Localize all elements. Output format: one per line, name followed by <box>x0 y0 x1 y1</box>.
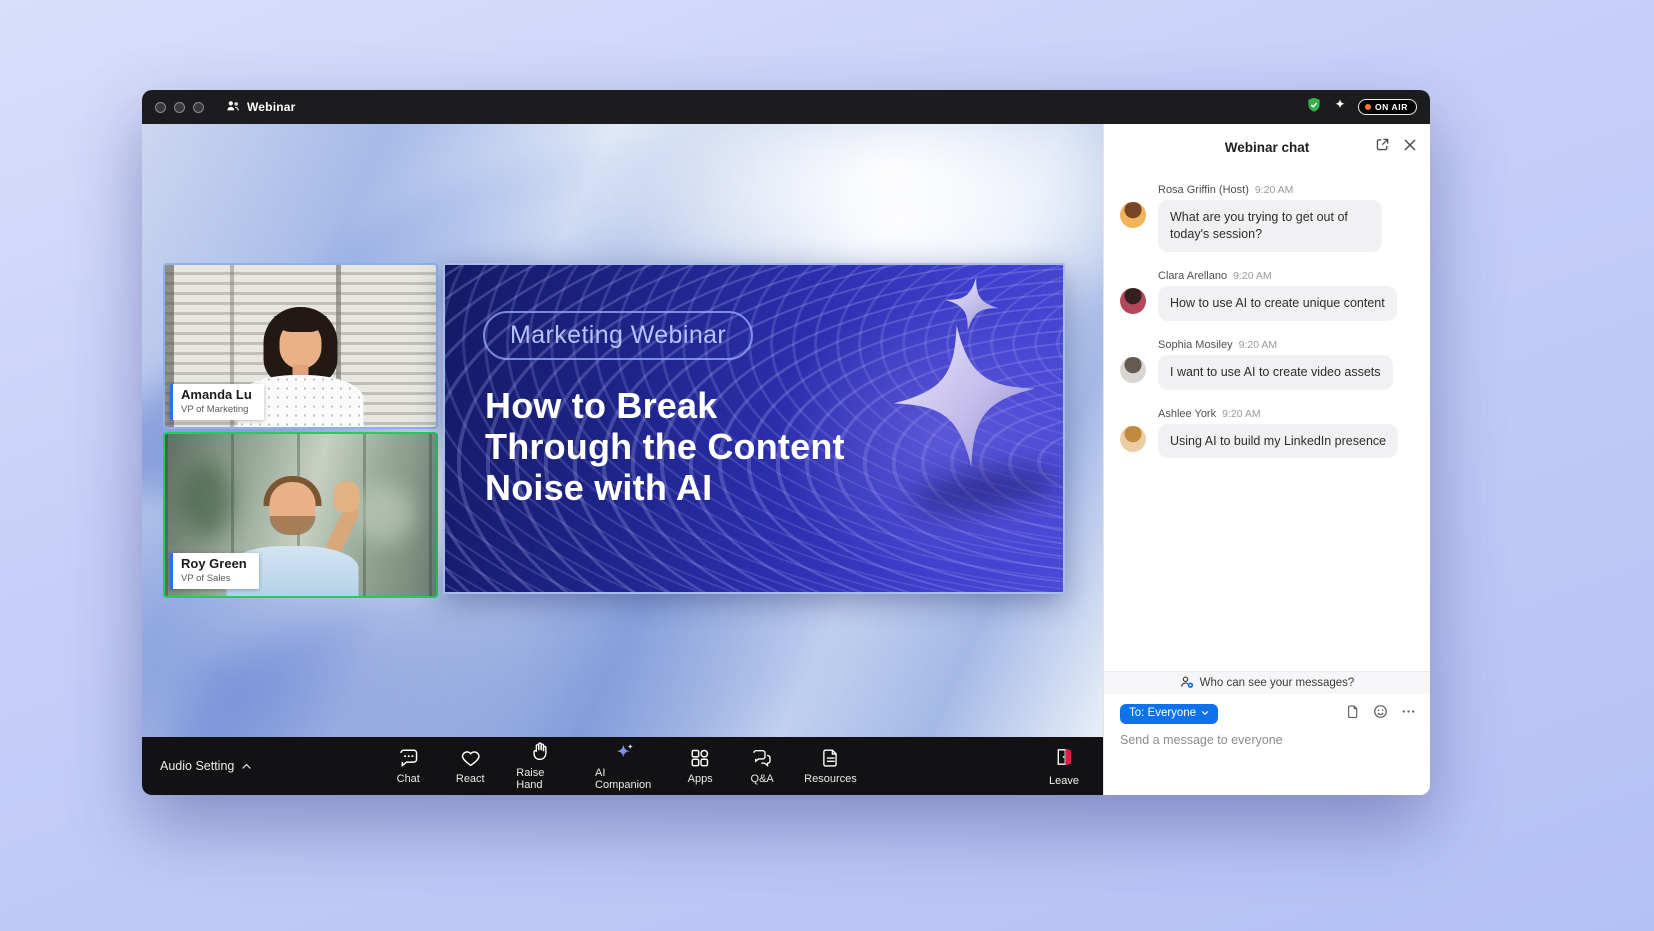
participant-role: VP of Marketing <box>181 404 252 415</box>
webinar-stage: Amanda Lu VP of Marketing <box>142 124 1103 737</box>
resources-label: Resources <box>804 773 857 785</box>
titlebar: Webinar ON AIR <box>142 90 1430 124</box>
ai-companion-icon <box>614 741 636 763</box>
qa-label: Q&A <box>751 773 774 785</box>
message-time: 9:20 AM <box>1239 339 1278 351</box>
ai-sparkle-icon[interactable] <box>1333 98 1347 117</box>
chat-message: Clara Arellano 9:20 AM How to use AI to c… <box>1120 270 1414 321</box>
slide-star-shape <box>941 273 1003 335</box>
chat-button[interactable]: Chat <box>382 737 434 795</box>
attach-file-icon[interactable] <box>1346 704 1360 724</box>
chat-message: Sophia Mosiley 9:20 AM I want to use AI t… <box>1120 339 1414 390</box>
slide-star-shape <box>886 318 1042 474</box>
heart-icon <box>459 747 481 769</box>
raise-hand-icon <box>530 741 552 763</box>
chat-message: Ashlee York 9:20 AM Using AI to build my … <box>1120 408 1414 459</box>
message-author: Ashlee York <box>1158 408 1216 420</box>
chevron-up-icon <box>241 759 252 773</box>
more-options-icon[interactable] <box>1401 704 1416 724</box>
popout-chat-icon[interactable] <box>1375 137 1390 157</box>
app-title: Webinar <box>226 99 296 116</box>
leave-button[interactable]: Leave <box>1049 737 1079 795</box>
avatar-clara-arellano <box>1120 288 1146 314</box>
leave-label: Leave <box>1049 775 1079 787</box>
chat-panel: Webinar chat Rosa Griffin (Host) 9:20 AM <box>1103 124 1430 795</box>
raise-hand-button[interactable]: Raise Hand <box>506 737 575 795</box>
presentation-slide: Marketing Webinar How to Break Through t… <box>443 263 1065 594</box>
window-controls <box>155 102 204 113</box>
ai-companion-label: AI Companion <box>595 767 654 791</box>
slide-title: How to Break Through the Content Noise w… <box>485 385 845 508</box>
message-author: Clara Arellano <box>1158 270 1227 282</box>
message-bubble: How to use AI to create unique content <box>1158 286 1397 321</box>
apps-label: Apps <box>688 773 713 785</box>
participant-name: Amanda Lu <box>181 388 252 403</box>
message-bubble: What are you trying to get out of today'… <box>1158 200 1382 252</box>
encryption-shield-icon[interactable] <box>1306 97 1322 118</box>
resources-document-icon <box>819 747 841 769</box>
audio-setting-button[interactable]: Audio Setting <box>160 759 252 773</box>
minimize-window-button[interactable] <box>174 102 185 113</box>
to-selector-label: To: Everyone <box>1129 708 1196 720</box>
people-privacy-icon <box>1180 675 1194 692</box>
avatar-rosa-griffin <box>1120 202 1146 228</box>
apps-icon <box>689 747 711 769</box>
participant-name: Roy Green <box>181 557 247 572</box>
on-air-dot-icon <box>1365 104 1371 110</box>
ai-companion-button[interactable]: AI Companion <box>585 737 664 795</box>
message-bubble: Using AI to build my LinkedIn presence <box>1158 424 1398 459</box>
audio-setting-label: Audio Setting <box>160 759 234 773</box>
video-tile-amanda[interactable]: Amanda Lu VP of Marketing <box>163 263 438 429</box>
caret-down-icon <box>1201 708 1209 720</box>
privacy-notice-label: Who can see your messages? <box>1200 677 1355 689</box>
chat-icon <box>397 747 419 769</box>
message-author: Rosa Griffin (Host) <box>1158 184 1249 196</box>
chat-label: Chat <box>397 773 420 785</box>
maximize-window-button[interactable] <box>193 102 204 113</box>
nametag-roy: Roy Green VP of Sales <box>170 553 259 589</box>
message-time: 9:20 AM <box>1255 184 1294 196</box>
meeting-toolbar: Audio Setting Chat <box>142 737 1103 795</box>
message-author: Sophia Mosiley <box>1158 339 1233 351</box>
chat-message-list: Rosa Griffin (Host) 9:20 AM What are you … <box>1104 170 1430 671</box>
emoji-icon[interactable] <box>1373 704 1388 724</box>
participant-role: VP of Sales <box>181 573 247 584</box>
close-window-button[interactable] <box>155 102 166 113</box>
nametag-amanda: Amanda Lu VP of Marketing <box>170 384 264 420</box>
to-everyone-selector[interactable]: To: Everyone <box>1120 704 1218 724</box>
close-chat-icon[interactable] <box>1403 138 1417 157</box>
react-button[interactable]: React <box>444 737 496 795</box>
privacy-notice[interactable]: Who can see your messages? <box>1104 671 1430 694</box>
on-air-label: ON AIR <box>1375 102 1408 112</box>
slide-badge: Marketing Webinar <box>483 311 753 360</box>
message-input[interactable]: Send a message to everyone <box>1104 724 1430 747</box>
leave-door-icon <box>1053 746 1075 771</box>
chat-footer: Who can see your messages? To: Everyone <box>1104 671 1430 795</box>
react-label: React <box>456 773 485 785</box>
window-title: Webinar <box>247 100 296 114</box>
qa-button[interactable]: Q&A <box>736 737 788 795</box>
webinar-window: Webinar ON AIR <box>142 90 1430 795</box>
chat-message: Rosa Griffin (Host) 9:20 AM What are you … <box>1120 184 1414 252</box>
raise-hand-label: Raise Hand <box>516 767 565 791</box>
message-time: 9:20 AM <box>1233 270 1272 282</box>
avatar-ashlee-york <box>1120 426 1146 452</box>
on-air-badge: ON AIR <box>1358 99 1417 115</box>
apps-button[interactable]: Apps <box>674 737 726 795</box>
video-tile-roy[interactable]: Roy Green VP of Sales <box>163 432 438 598</box>
qa-bubbles-icon <box>751 747 773 769</box>
message-time: 9:20 AM <box>1222 408 1261 420</box>
chat-panel-title: Webinar chat <box>1225 140 1310 155</box>
message-bubble: I want to use AI to create video assets <box>1158 355 1393 390</box>
chat-header: Webinar chat <box>1104 124 1430 170</box>
avatar-sophia-mosiley <box>1120 357 1146 383</box>
webinar-people-icon <box>226 99 240 116</box>
resources-button[interactable]: Resources <box>798 737 863 795</box>
